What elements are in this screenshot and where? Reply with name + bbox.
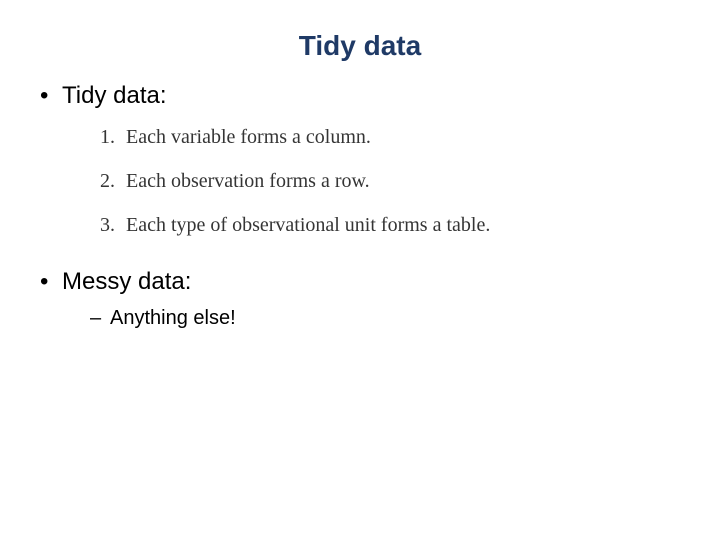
principle-item: Each variable forms a column. bbox=[100, 124, 700, 150]
bullet-list: Tidy data: bbox=[20, 80, 700, 112]
bullet-messy: Messy data: Anything else! bbox=[40, 266, 700, 331]
bullet-list: Messy data: Anything else! bbox=[20, 266, 700, 331]
principle-item: Each observation forms a row. bbox=[100, 168, 700, 194]
slide: Tidy data Tidy data: Each variable forms… bbox=[0, 0, 720, 540]
bullet-tidy: Tidy data: bbox=[40, 80, 700, 112]
messy-sub-item: Anything else! bbox=[90, 305, 700, 332]
tidy-principles-list: Each variable forms a column. Each obser… bbox=[20, 124, 700, 238]
bullet-tidy-label: Tidy data: bbox=[62, 82, 167, 109]
messy-sub-list: Anything else! bbox=[62, 305, 700, 332]
slide-title: Tidy data bbox=[20, 30, 700, 62]
bullet-messy-label: Messy data: bbox=[62, 268, 191, 295]
principle-item: Each type of observational unit forms a … bbox=[100, 212, 700, 238]
